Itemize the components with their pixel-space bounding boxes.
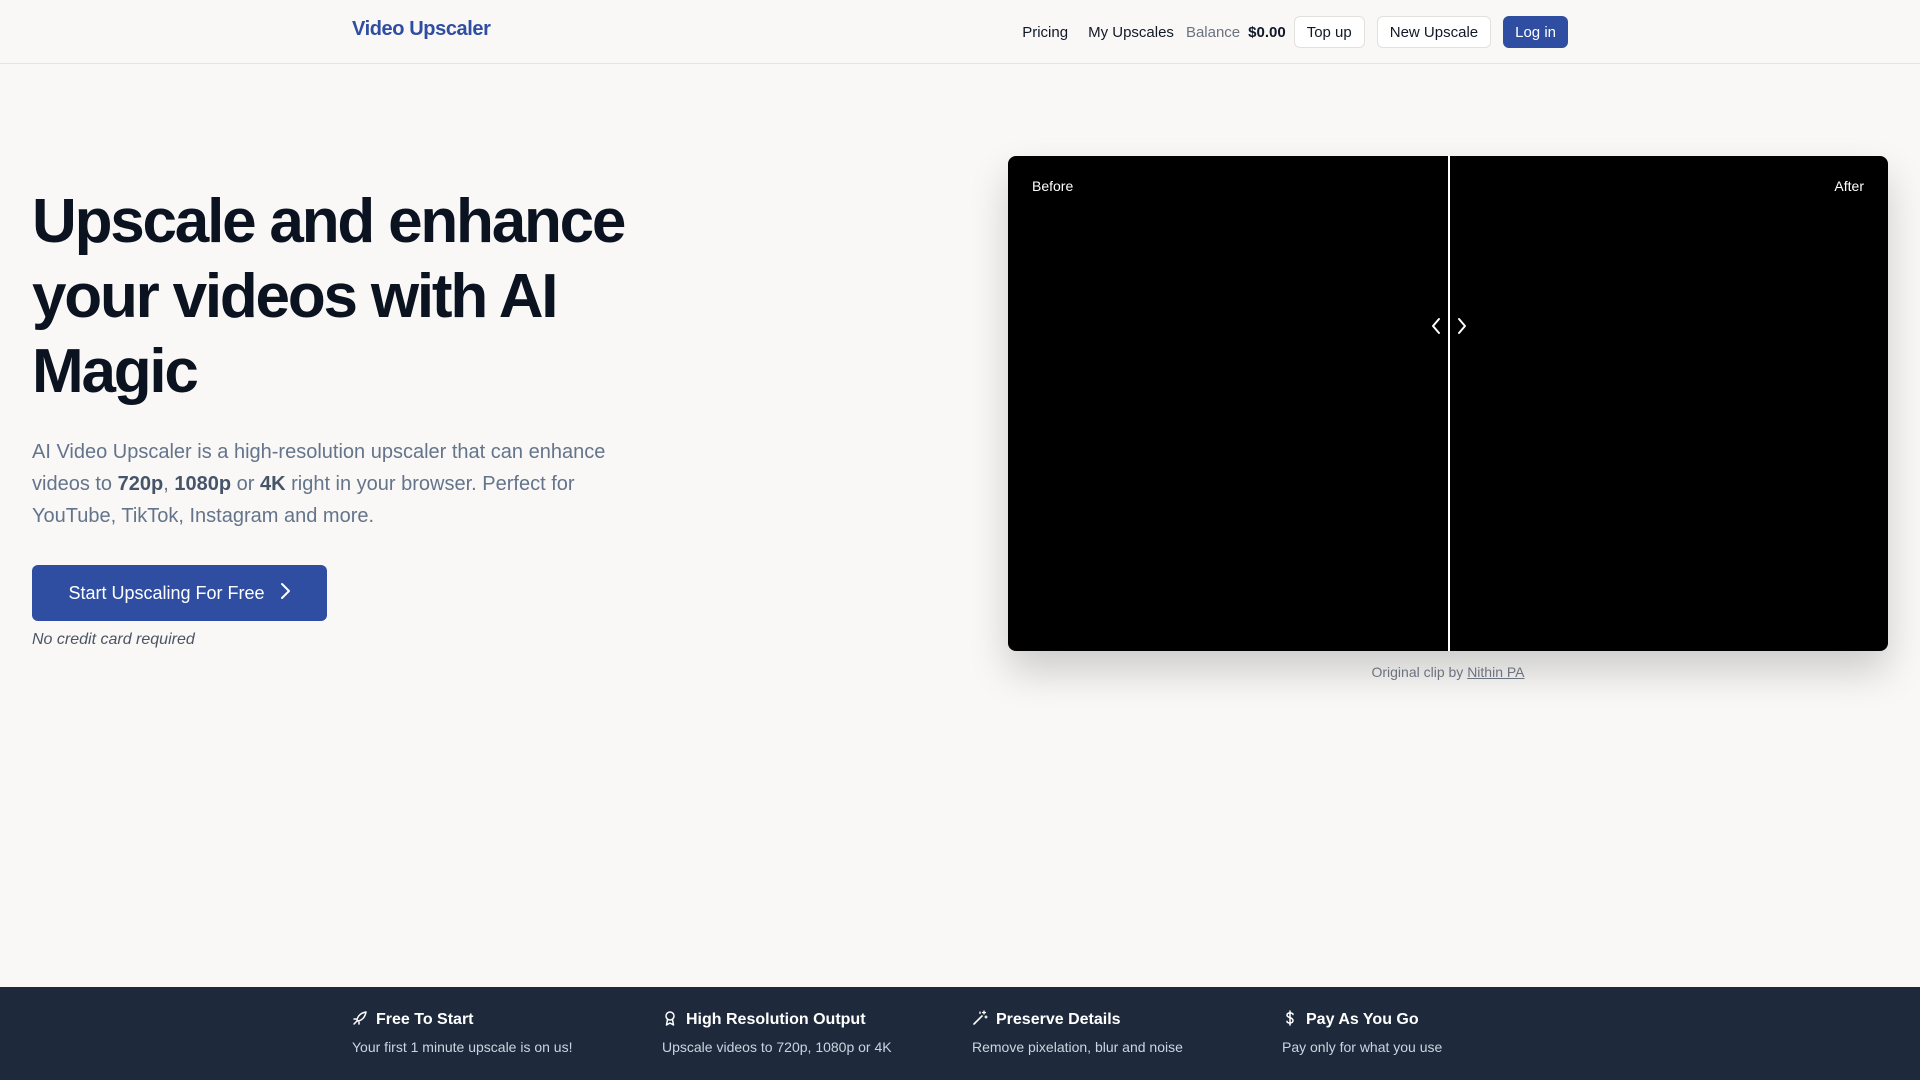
new-upscale-button[interactable]: New Upscale <box>1376 16 1492 48</box>
res-1080p: 1080p <box>174 473 232 495</box>
credit-author-link[interactable]: Nithin PA <box>1467 664 1524 680</box>
dollar-icon <box>1282 1009 1298 1031</box>
no-credit-card-note: No credit card required <box>32 631 195 648</box>
comparison-divider[interactable] <box>1448 156 1450 651</box>
hero-title: Upscale and enhance your videos with AI … <box>32 187 626 406</box>
top-navbar: Video Upscaler Pricing My Upscales Balan… <box>0 0 1920 64</box>
rocket-icon <box>352 1010 368 1031</box>
feature-title: Free To Start <box>376 1011 474 1028</box>
feature-desc: Your first 1 minute upscale is on us! <box>352 1039 573 1055</box>
start-upscaling-button[interactable]: Start Upscaling For Free <box>32 565 327 621</box>
chevron-right-icon <box>279 582 291 605</box>
chevron-right-icon <box>1456 316 1468 336</box>
hero-desc-sep-comma: , <box>163 473 175 495</box>
feature-title: Preserve Details <box>996 1011 1121 1028</box>
cta-label: Start Upscaling For Free <box>68 582 265 603</box>
chevron-left-icon <box>1430 316 1442 336</box>
hero-description: AI Video Upscaler is a high-resolution u… <box>32 436 632 532</box>
award-icon <box>662 1010 678 1031</box>
feature-desc: Upscale videos to 720p, 1080p or 4K <box>662 1039 892 1055</box>
logo[interactable]: Video Upscaler <box>352 18 491 41</box>
feature-title: Pay As You Go <box>1306 1011 1419 1028</box>
log-in-button[interactable]: Log in <box>1503 16 1568 48</box>
comparison-slider-handle[interactable] <box>1430 316 1468 336</box>
res-4k: 4K <box>259 473 286 495</box>
nav-my-upscales-link[interactable]: My Upscales <box>1088 24 1174 41</box>
feature-pay-as-you-go: Pay As You Go Pay only for what you use <box>1282 1009 1582 1055</box>
features-bar: Free To Start Your first 1 minute upscal… <box>0 987 1920 1080</box>
before-label: Before <box>1032 178 1074 194</box>
page: Video Upscaler Pricing My Upscales Balan… <box>0 0 1920 1080</box>
magic-wand-icon <box>972 1009 988 1031</box>
feature-desc: Pay only for what you use <box>1282 1039 1443 1055</box>
clip-credit: Original clip by Nithin PA <box>1008 664 1888 680</box>
nav-pricing-link[interactable]: Pricing <box>1022 24 1068 41</box>
before-after-comparison[interactable]: Before After <box>1008 156 1888 651</box>
res-720p: 720p <box>117 473 164 495</box>
after-label: After <box>1834 178 1864 194</box>
feature-high-resolution: High Resolution Output Upscale videos to… <box>662 1009 962 1055</box>
top-up-button[interactable]: Top up <box>1293 16 1365 48</box>
balance-label: Balance <box>1185 23 1241 41</box>
hero-desc-sep-or: or <box>231 473 260 495</box>
credit-prefix: Original clip by <box>1371 664 1468 680</box>
feature-free-to-start: Free To Start Your first 1 minute upscal… <box>352 1009 652 1055</box>
main-nav: Pricing My Upscales Balance $0.00 Top up… <box>1022 16 1568 48</box>
feature-desc: Remove pixelation, blur and noise <box>972 1039 1183 1055</box>
feature-title: High Resolution Output <box>686 1011 866 1028</box>
balance-value: $0.00 <box>1248 23 1286 41</box>
feature-preserve-details: Preserve Details Remove pixelation, blur… <box>972 1009 1272 1055</box>
